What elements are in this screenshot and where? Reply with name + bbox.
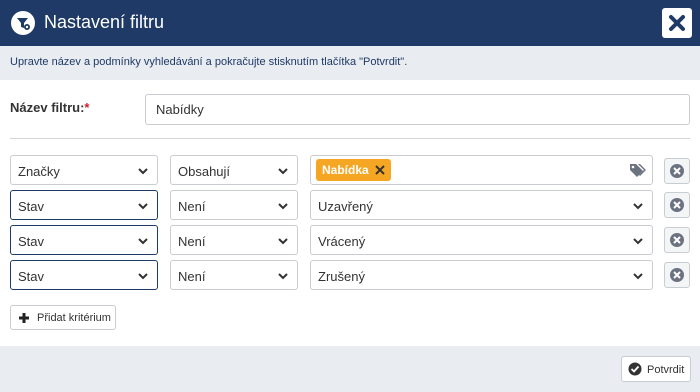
add-criterion-button[interactable]: Přidat kritérium (10, 305, 116, 330)
filter-name-label: Název filtru:* (10, 100, 89, 115)
criterion-value-select[interactable]: Uzavřený (310, 190, 653, 220)
confirm-button[interactable]: Potvrdit (621, 356, 691, 382)
criterion-operator-select[interactable]: Není (170, 260, 298, 290)
criterion-operator-value: Obsahují (178, 164, 231, 179)
close-button[interactable] (662, 8, 692, 38)
chevron-down-icon (138, 238, 148, 245)
close-icon (669, 15, 685, 31)
filter-settings-dialog: Nastavení filtru Upravte název a podmínk… (0, 0, 700, 392)
dialog-title: Nastavení filtru (44, 12, 165, 32)
criterion-field-value: Stav (18, 269, 45, 284)
criterion-operator-value: Není (178, 199, 206, 214)
divider (10, 138, 690, 139)
confirm-label: Potvrdit (647, 364, 685, 376)
filter-settings-icon (11, 11, 35, 35)
criterion-value-select[interactable]: Vrácený (310, 225, 653, 255)
chevron-down-icon (278, 273, 288, 280)
criterion-field-value: Stav (18, 234, 45, 249)
chevron-down-icon (138, 203, 148, 210)
criterion-field-select[interactable]: Stav (10, 190, 158, 220)
criterion-value-select[interactable]: Zrušený (310, 260, 653, 290)
chevron-down-icon (278, 203, 288, 210)
chevron-down-icon (633, 273, 643, 280)
remove-circle-icon (670, 164, 684, 178)
chevron-down-icon (278, 168, 288, 175)
filter-name-label-text: Název filtru: (10, 100, 85, 115)
remove-criterion-button[interactable] (664, 227, 690, 253)
dialog-header: Nastavení filtru (0, 0, 700, 46)
criterion-field-select[interactable]: Stav (10, 225, 158, 255)
criterion-operator-select[interactable]: Není (170, 225, 298, 255)
tags-icon (630, 164, 646, 177)
chevron-down-icon (633, 238, 643, 245)
criterion-operator-value: Není (178, 234, 206, 249)
remove-criterion-button[interactable] (664, 262, 690, 288)
criterion-field-value: Značky (18, 164, 60, 179)
tag-chip[interactable]: Nabídka (316, 159, 391, 181)
criterion-value: Uzavřený (318, 199, 373, 214)
plus-icon (19, 313, 29, 323)
criterion-field-select[interactable]: Značky (10, 155, 158, 185)
criterion-operator-value: Není (178, 269, 206, 284)
remove-criterion-button[interactable] (664, 192, 690, 218)
filter-name-input[interactable] (145, 94, 690, 125)
remove-criterion-button[interactable] (664, 158, 690, 184)
chevron-down-icon (138, 168, 148, 175)
required-mark: * (84, 100, 90, 115)
add-criterion-label: Přidat kritérium (37, 312, 111, 324)
criterion-field-value: Stav (18, 199, 45, 214)
check-circle-icon (628, 362, 642, 376)
chevron-down-icon (278, 238, 288, 245)
criterion-operator-select[interactable]: Není (170, 190, 298, 220)
chevron-down-icon (138, 273, 148, 280)
criterion-field-select[interactable]: Stav (10, 260, 158, 290)
instruction-text: Upravte název a podmínky vyhledávání a p… (10, 56, 408, 68)
tag-chip-label: Nabídka (322, 163, 369, 177)
chevron-down-icon (633, 203, 643, 210)
tag-remove-icon[interactable] (374, 159, 385, 181)
criterion-operator-select[interactable]: Obsahují (170, 155, 298, 185)
remove-circle-icon (670, 233, 684, 247)
remove-circle-icon (670, 268, 684, 282)
criterion-value: Zrušený (318, 269, 365, 284)
remove-circle-icon (670, 198, 684, 212)
criterion-value: Vrácený (318, 234, 366, 249)
